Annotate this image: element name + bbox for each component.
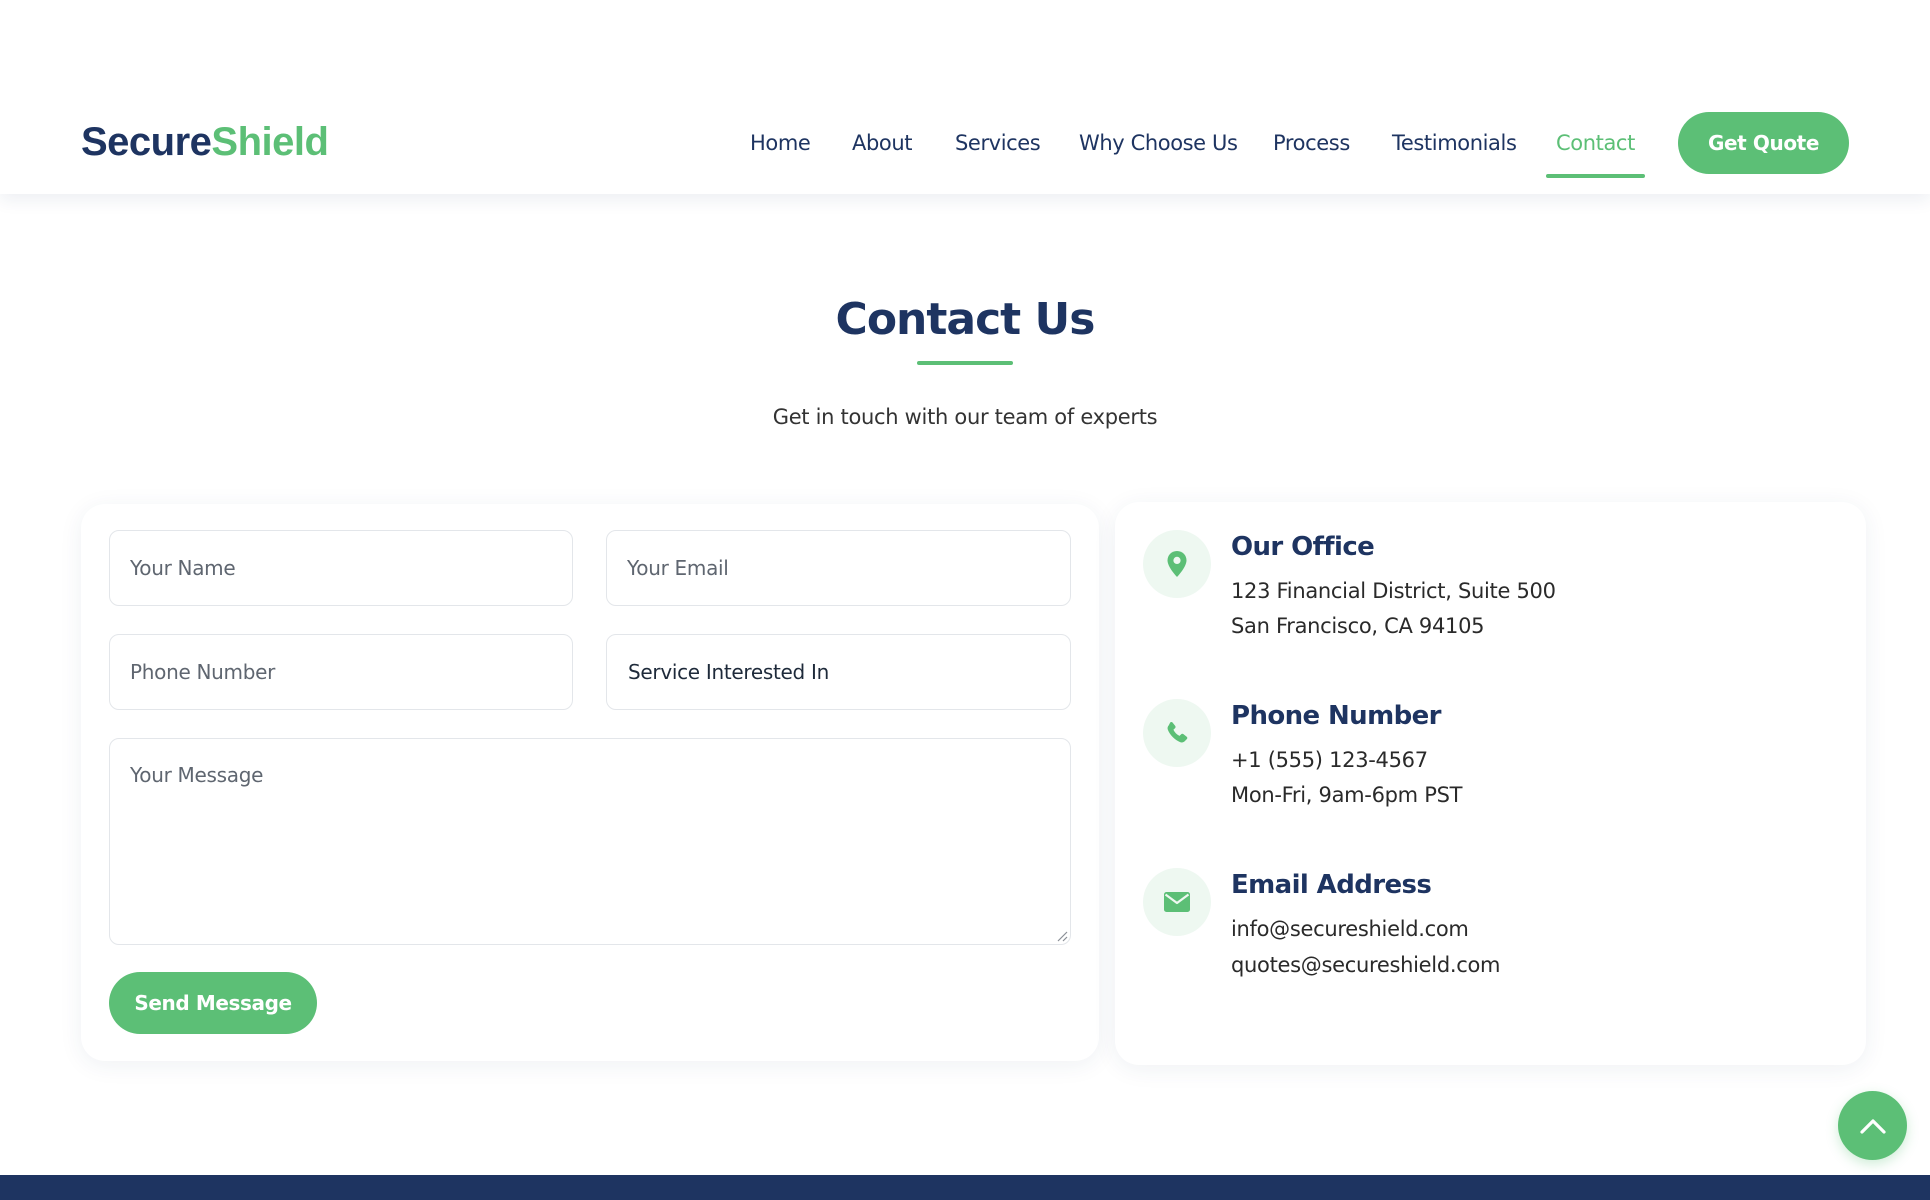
- office-address-line2: San Francisco, CA 94105: [1231, 614, 1485, 638]
- nav-item-contact[interactable]: Contact: [1556, 126, 1635, 160]
- section-title: Contact Us: [835, 294, 1096, 345]
- phone-hours-text: Mon-Fri, 9am-6pm PST: [1231, 783, 1463, 807]
- office-address-line1: 123 Financial District, Suite 500: [1231, 579, 1556, 603]
- chevron-up-icon: [1859, 1118, 1886, 1134]
- map-pin-icon: [1167, 551, 1187, 577]
- resize-grip-icon[interactable]: [1056, 930, 1068, 942]
- email-quotes-link[interactable]: quotes@secureshield.com: [1231, 950, 1500, 980]
- email-icon-badge: [1143, 868, 1211, 936]
- nav-item-testimonials[interactable]: Testimonials: [1392, 126, 1517, 160]
- phone-number-text[interactable]: +1 (555) 123-4567: [1231, 745, 1428, 775]
- email-title: Email Address: [1231, 870, 1432, 900]
- get-quote-button[interactable]: Get Quote: [1678, 112, 1849, 174]
- phone-input[interactable]: [109, 634, 573, 710]
- nav-item-process[interactable]: Process: [1273, 126, 1350, 160]
- phone-title: Phone Number: [1231, 701, 1441, 731]
- nav-item-about[interactable]: About: [852, 126, 912, 160]
- nav-item-home[interactable]: Home: [750, 126, 811, 160]
- nav-item-services[interactable]: Services: [955, 126, 1041, 160]
- email-info-link[interactable]: info@secureshield.com: [1231, 914, 1469, 944]
- site-header: SecureShield Home About Services Why Cho…: [0, 0, 1930, 194]
- nav-item-why-choose-us[interactable]: Why Choose Us: [1079, 126, 1238, 160]
- name-input[interactable]: [109, 530, 573, 606]
- send-message-button[interactable]: Send Message: [109, 972, 317, 1034]
- title-underline: [917, 361, 1013, 365]
- service-select[interactable]: Service Interested In: [606, 634, 1071, 710]
- brand-logo[interactable]: SecureShield: [81, 118, 329, 166]
- office-icon-badge: [1143, 530, 1211, 598]
- service-select-value: Service Interested In: [628, 660, 829, 684]
- nav-active-indicator: [1546, 174, 1645, 178]
- phone-icon-badge: [1143, 699, 1211, 767]
- brand-name-part1: Secure: [81, 120, 212, 164]
- footer-top-strip: [0, 1175, 1930, 1200]
- office-title: Our Office: [1231, 532, 1375, 562]
- brand-name-part2: Shield: [211, 120, 329, 164]
- email-input[interactable]: [606, 530, 1071, 606]
- back-to-top-button[interactable]: [1838, 1091, 1907, 1160]
- envelope-icon: [1164, 892, 1190, 912]
- section-subtitle: Get in touch with our team of experts: [772, 405, 1158, 429]
- message-textarea[interactable]: [109, 738, 1071, 945]
- phone-icon: [1167, 721, 1188, 743]
